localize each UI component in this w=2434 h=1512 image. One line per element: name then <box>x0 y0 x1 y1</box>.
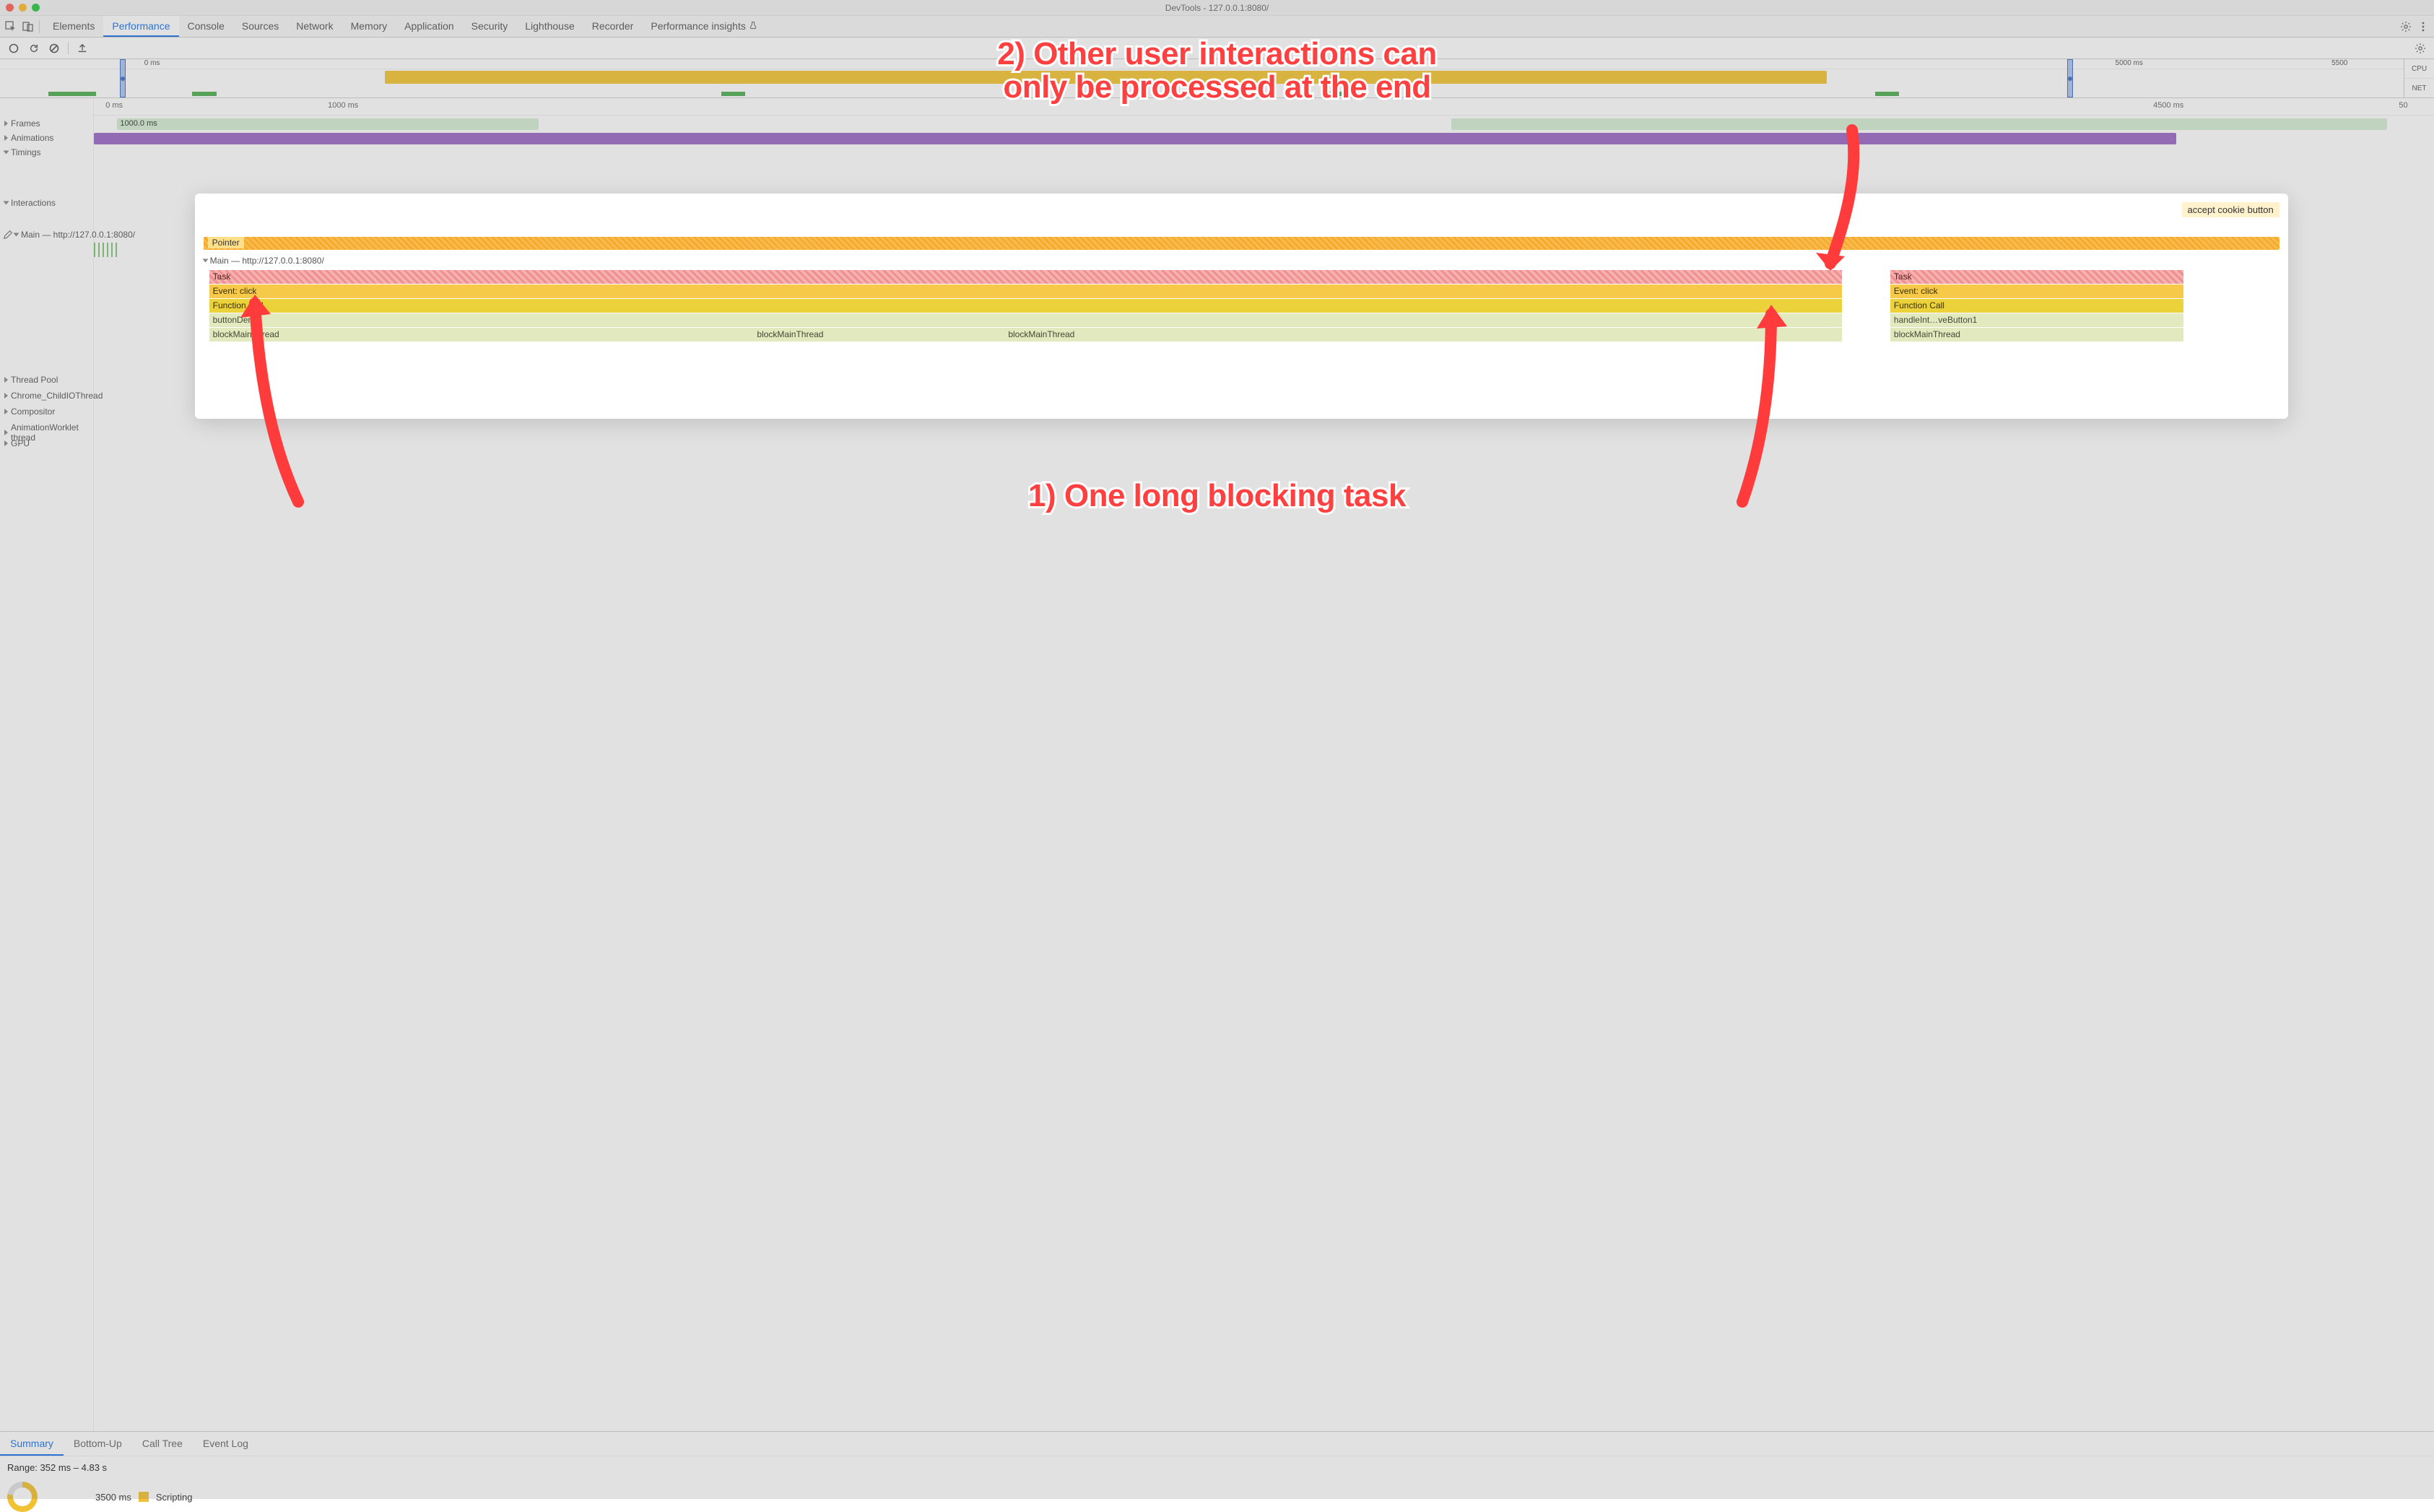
window-close-button[interactable] <box>6 4 14 12</box>
track-thread-pool[interactable]: Thread Pool <box>4 375 58 385</box>
flame-call[interactable]: Function Call <box>209 299 1842 313</box>
ov-tick: 5000 ms <box>2116 59 2143 67</box>
flame-task[interactable]: Task <box>209 270 1842 284</box>
settings-gear-icon[interactable] <box>2399 20 2412 33</box>
track-interactions[interactable]: Interactions <box>4 198 56 208</box>
scripting-swatch <box>139 1492 149 1502</box>
tab-performance[interactable]: Performance <box>103 16 178 37</box>
track-compositor[interactable]: Compositor <box>4 407 55 417</box>
flask-icon <box>749 20 757 32</box>
device-toolbar-icon[interactable] <box>22 20 35 33</box>
edit-icon[interactable] <box>3 230 13 240</box>
track-frames[interactable]: Frames <box>4 118 40 129</box>
titlebar: DevTools - 127.0.0.1:8080/ <box>0 0 2434 16</box>
kebab-menu-icon[interactable] <box>2417 20 2430 33</box>
tab-sources[interactable]: Sources <box>233 16 287 37</box>
details-tabs: Summary Bottom-Up Call Tree Event Log <box>0 1431 2434 1456</box>
ov-net-seg <box>1875 92 1899 96</box>
track-gpu[interactable]: GPU <box>4 438 30 448</box>
btab-summary[interactable]: Summary <box>0 1432 64 1456</box>
track-animations[interactable]: Animations <box>4 133 53 143</box>
flame-call[interactable]: Function Call <box>1890 299 2183 313</box>
annotation-top: 2) Other user interactions can only be p… <box>997 38 1437 104</box>
flame-block[interactable]: blockMainThread <box>1004 328 1842 342</box>
btab-calltree[interactable]: Call Tree <box>132 1432 193 1456</box>
pointer-label: Pointer <box>208 237 244 248</box>
tab-memory[interactable]: Memory <box>342 16 396 37</box>
upload-icon[interactable] <box>76 42 89 55</box>
tab-elements[interactable]: Elements <box>44 16 103 37</box>
ov-net-seg <box>721 92 745 96</box>
inspect-icon[interactable] <box>4 20 17 33</box>
reload-icon[interactable] <box>27 42 40 55</box>
flame-block[interactable]: blockMainThread <box>209 328 754 342</box>
tab-recorder[interactable]: Recorder <box>583 16 643 37</box>
ov-tick: 0 ms <box>144 59 160 67</box>
flame-handle[interactable]: handleInt…veButton1 <box>1890 313 2183 327</box>
tab-performance-insights[interactable]: Performance insights <box>642 16 766 37</box>
tab-console[interactable]: Console <box>179 16 233 37</box>
btab-eventlog[interactable]: Event Log <box>193 1432 258 1456</box>
annotation-bottom: 1) One long blocking task <box>1028 479 1406 513</box>
frame-bar[interactable]: 1000.0 ms <box>117 118 538 130</box>
flame-demo[interactable]: buttonDemo <box>209 313 1842 327</box>
record-icon[interactable] <box>7 42 20 55</box>
devtools-tabs: Elements Performance Console Sources Net… <box>0 16 2434 38</box>
ov-net-seg <box>48 92 97 96</box>
window-minimize-button[interactable] <box>19 4 27 12</box>
flame-task[interactable]: Task <box>1890 270 2183 284</box>
tab-network[interactable]: Network <box>287 16 342 37</box>
track-timings[interactable]: Timings <box>4 147 41 157</box>
ov-net-seg <box>192 92 216 96</box>
summary-pane: Range: 352 ms – 4.83 s 3500 ms Scripting <box>0 1456 2434 1499</box>
window-maximize-button[interactable] <box>32 4 40 12</box>
capture-settings-gear-icon[interactable] <box>2414 42 2427 55</box>
interaction-pointer-bar[interactable] <box>204 237 2279 250</box>
panel-main-label: Main — http://127.0.0.1:8080/ <box>204 256 324 266</box>
highlight-panel: accept cookie button Pointer Main — http… <box>195 194 2288 419</box>
flame-block[interactable]: blockMainThread <box>1890 328 2183 342</box>
scripting-ms: 3500 ms <box>95 1492 131 1503</box>
tab-security[interactable]: Security <box>463 16 517 37</box>
scripting-label: Scripting <box>156 1492 193 1503</box>
tab-application[interactable]: Application <box>396 16 463 37</box>
accept-cookie-marker: accept cookie button <box>2182 202 2279 217</box>
flame-block[interactable]: blockMainThread <box>753 328 1004 342</box>
animation-bar[interactable] <box>94 133 2176 144</box>
overview-handle-right[interactable] <box>2067 59 2073 97</box>
overview-legend: CPU NET <box>2404 59 2434 97</box>
tab-lighthouse[interactable]: Lighthouse <box>516 16 583 37</box>
track-child-io[interactable]: Chrome_ChildIOThread <box>4 391 103 401</box>
overview-handle-left[interactable] <box>120 59 126 97</box>
frame-bar[interactable] <box>1451 118 2387 130</box>
summary-range: Range: 352 ms – 4.83 s <box>7 1462 2427 1473</box>
flame-event[interactable]: Event: click <box>1890 284 2183 298</box>
ov-tick: 5500 <box>2331 59 2347 67</box>
btab-bottomup[interactable]: Bottom-Up <box>64 1432 132 1456</box>
flame-event[interactable]: Event: click <box>209 284 1842 298</box>
window-title: DevTools - 127.0.0.1:8080/ <box>0 3 2434 13</box>
clear-icon[interactable] <box>48 42 61 55</box>
summary-donut <box>7 1482 38 1512</box>
